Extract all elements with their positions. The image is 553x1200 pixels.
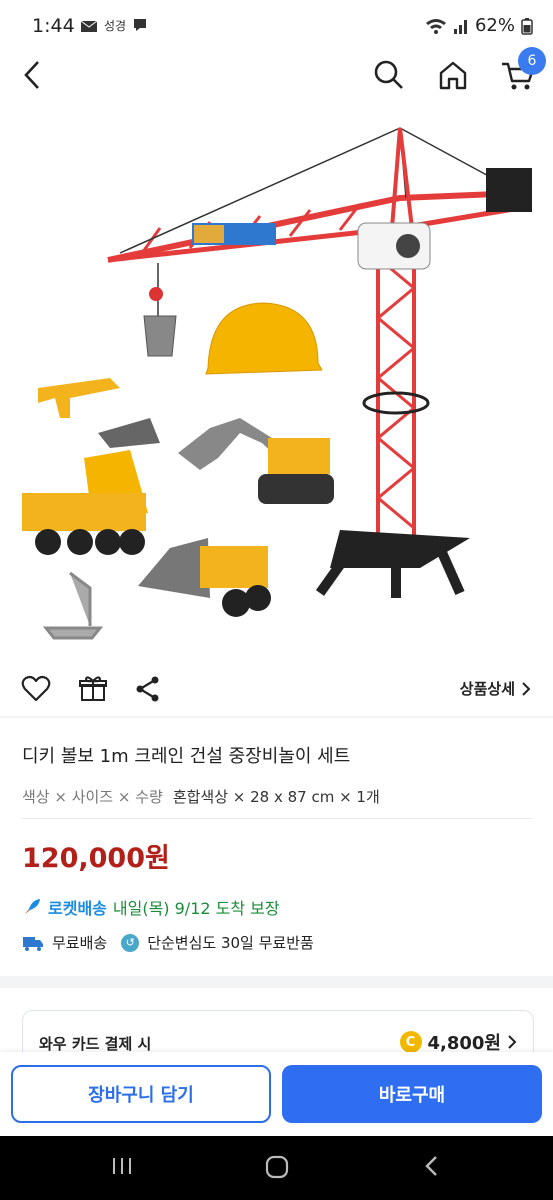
battery-icon (521, 17, 533, 35)
battery-percent: 62% (474, 15, 515, 36)
wifi-icon (425, 18, 446, 34)
rocket-delivery: 로켓배송 내일(목) 9/12 도착 보장 (22, 895, 280, 919)
divider (0, 716, 553, 718)
rocket-brand: 로켓배송 (48, 899, 107, 918)
divider (22, 818, 532, 819)
purchase-bar: 장바구니 담기 바로구매 (0, 1052, 553, 1136)
product-actions: 상품상세 (0, 662, 553, 716)
mail-icon (80, 20, 98, 32)
truck-icon (23, 936, 43, 951)
status-bar: 1:44 성경 62% (0, 0, 553, 54)
system-nav-bar (0, 1136, 553, 1200)
heart-icon[interactable] (21, 674, 51, 704)
gift-icon[interactable] (78, 674, 108, 704)
product-price: 120,000원 (22, 843, 170, 874)
back-nav-icon[interactable] (422, 1154, 442, 1178)
options-label: 색상 × 사이즈 × 수량 (22, 788, 163, 806)
buy-now-button[interactable]: 바로구매 (282, 1065, 542, 1123)
rocket-icon (25, 899, 40, 914)
home-nav-icon[interactable] (264, 1154, 290, 1180)
search-icon[interactable] (372, 58, 406, 92)
add-to-cart-button[interactable]: 장바구니 담기 (11, 1065, 271, 1123)
product-image[interactable] (0, 98, 553, 662)
signal-icon (453, 19, 467, 34)
shipping-info: 무료배송 ↺ 단순변심도 30일 무료반품 (22, 932, 314, 953)
notification-text: 성경 (104, 18, 127, 33)
back-button[interactable] (18, 58, 48, 92)
status-right: 62% (425, 15, 533, 36)
recent-apps-icon[interactable] (110, 1154, 134, 1178)
section-gap (0, 976, 553, 988)
top-app-bar (0, 54, 553, 98)
product-title: 디키 볼보 1m 크레인 건설 중장비놀이 세트 (22, 746, 351, 767)
free-return: 단순변심도 30일 무료반품 (147, 934, 314, 952)
chevron-right-icon (522, 681, 531, 696)
free-shipping: 무료배송 (52, 934, 108, 952)
coin-icon: C (399, 1031, 422, 1053)
return-icon: ↺ (121, 933, 140, 952)
product-detail-label: 상품상세 (459, 680, 515, 698)
wow-card-label: 와우 카드 결제 시 (39, 1035, 152, 1053)
message-icon (134, 19, 147, 31)
share-icon[interactable] (133, 674, 163, 704)
cart-count-badge: 6 (518, 47, 546, 75)
chevron-right-icon (508, 1035, 517, 1049)
product-options[interactable]: 색상 × 사이즈 × 수량 혼합색상 × 28 x 87 cm × 1개 (22, 786, 380, 807)
product-detail-link[interactable]: 상품상세 (460, 678, 531, 699)
status-time: 1:44 (32, 15, 75, 37)
options-value: 혼합색상 × 28 x 87 cm × 1개 (172, 788, 380, 806)
notification-icons: 성경 (80, 16, 148, 34)
home-icon[interactable] (436, 58, 470, 92)
rocket-eta: 내일(목) 9/12 도착 보장 (112, 899, 280, 918)
